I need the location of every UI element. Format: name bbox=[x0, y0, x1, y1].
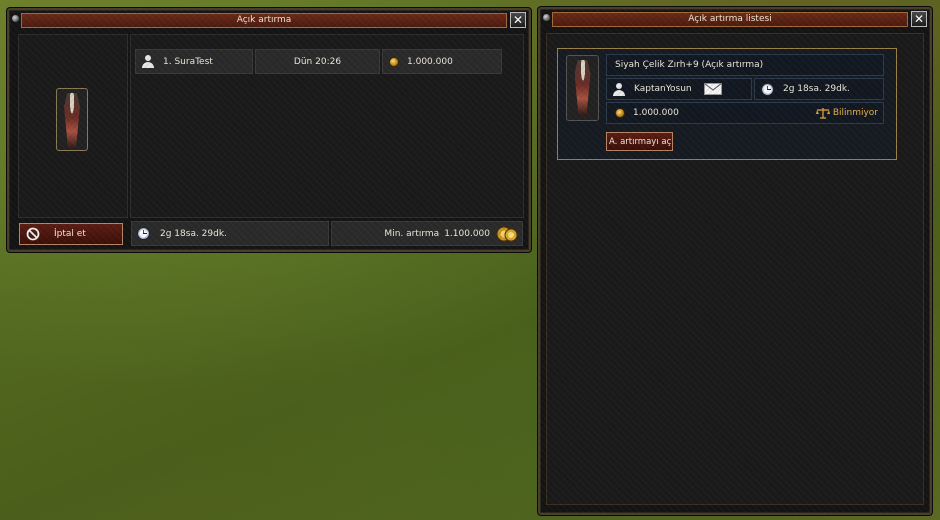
time-cell: 2g 18sa. 29dk. bbox=[754, 78, 884, 100]
auction-list-title[interactable]: Açık artırma listesi bbox=[552, 12, 908, 27]
pin-icon bbox=[543, 14, 550, 21]
mail-icon[interactable] bbox=[703, 83, 722, 95]
auction-list-window: Açık artırma listesi ✕ Siyah Çelik Zırh+… bbox=[538, 7, 932, 515]
bid-row-time: Dün 20:26 bbox=[255, 49, 380, 74]
seller-name: KaptanYosun bbox=[634, 84, 692, 94]
gold-coin-icon bbox=[389, 56, 399, 67]
person-icon bbox=[613, 82, 625, 96]
remaining-time: 2g 18sa. 29dk. bbox=[160, 228, 227, 239]
person-icon bbox=[142, 55, 154, 68]
item-name: Siyah Çelik Zırh+9 (Açık artırma) bbox=[615, 60, 764, 70]
coins-icon[interactable] bbox=[496, 225, 518, 243]
bid-row-amount: 1.000.000 bbox=[382, 49, 502, 74]
min-bid-value: 1.100.000 bbox=[444, 228, 490, 239]
bidder-name: 1. SuraTest bbox=[163, 56, 213, 67]
black-steel-armor-icon bbox=[64, 93, 80, 148]
open-auction-label: A. artırmayı aç bbox=[609, 136, 672, 147]
cancel-icon bbox=[26, 227, 40, 241]
cancel-button[interactable]: İptal et bbox=[19, 223, 123, 245]
black-steel-armor-icon bbox=[574, 60, 591, 115]
bid-amount: 1.000.000 bbox=[407, 56, 453, 67]
gold-coin-icon bbox=[615, 108, 625, 118]
scales-icon bbox=[815, 108, 830, 119]
price-row: 1.000.000 Bilinmiyor bbox=[606, 102, 884, 124]
pin-icon bbox=[12, 15, 19, 22]
item-price: 1.000.000 bbox=[633, 108, 679, 118]
auction-list-area: Siyah Çelik Zırh+9 (Açık artırma) Kaptan… bbox=[546, 33, 924, 505]
price-status: Bilinmiyor bbox=[832, 108, 878, 118]
min-bid-label: Min. artırma bbox=[384, 228, 440, 239]
close-button[interactable]: ✕ bbox=[510, 12, 526, 28]
clock-icon bbox=[137, 227, 150, 240]
item-slot[interactable] bbox=[56, 88, 88, 151]
bid-list-panel: 1. SuraTest Dün 20:26 1.000.000 bbox=[130, 34, 524, 218]
bid-time: Dün 20:26 bbox=[293, 56, 342, 67]
close-button[interactable]: ✕ bbox=[911, 11, 927, 27]
cancel-label: İptal et bbox=[54, 229, 86, 239]
seller-cell: KaptanYosun bbox=[606, 78, 752, 100]
open-auction-button[interactable]: A. artırmayı aç bbox=[606, 132, 673, 151]
clock-icon bbox=[761, 82, 774, 96]
item-slot[interactable] bbox=[566, 55, 599, 121]
auction-window-title[interactable]: Açık artırma bbox=[21, 13, 507, 28]
min-bid-bar: Min. artırma 1.100.000 bbox=[331, 221, 523, 246]
item-remaining-time: 2g 18sa. 29dk. bbox=[783, 84, 850, 94]
bid-row-bidder: 1. SuraTest bbox=[135, 49, 253, 74]
auction-item-card[interactable]: Siyah Çelik Zırh+9 (Açık artırma) Kaptan… bbox=[557, 48, 897, 160]
item-name-row: Siyah Çelik Zırh+9 (Açık artırma) bbox=[606, 54, 884, 76]
auction-window: Açık artırma ✕ 1. SuraTest Dün 20:26 1.0… bbox=[7, 8, 531, 252]
item-preview-panel bbox=[18, 34, 128, 218]
remaining-time-bar: 2g 18sa. 29dk. bbox=[131, 221, 329, 246]
